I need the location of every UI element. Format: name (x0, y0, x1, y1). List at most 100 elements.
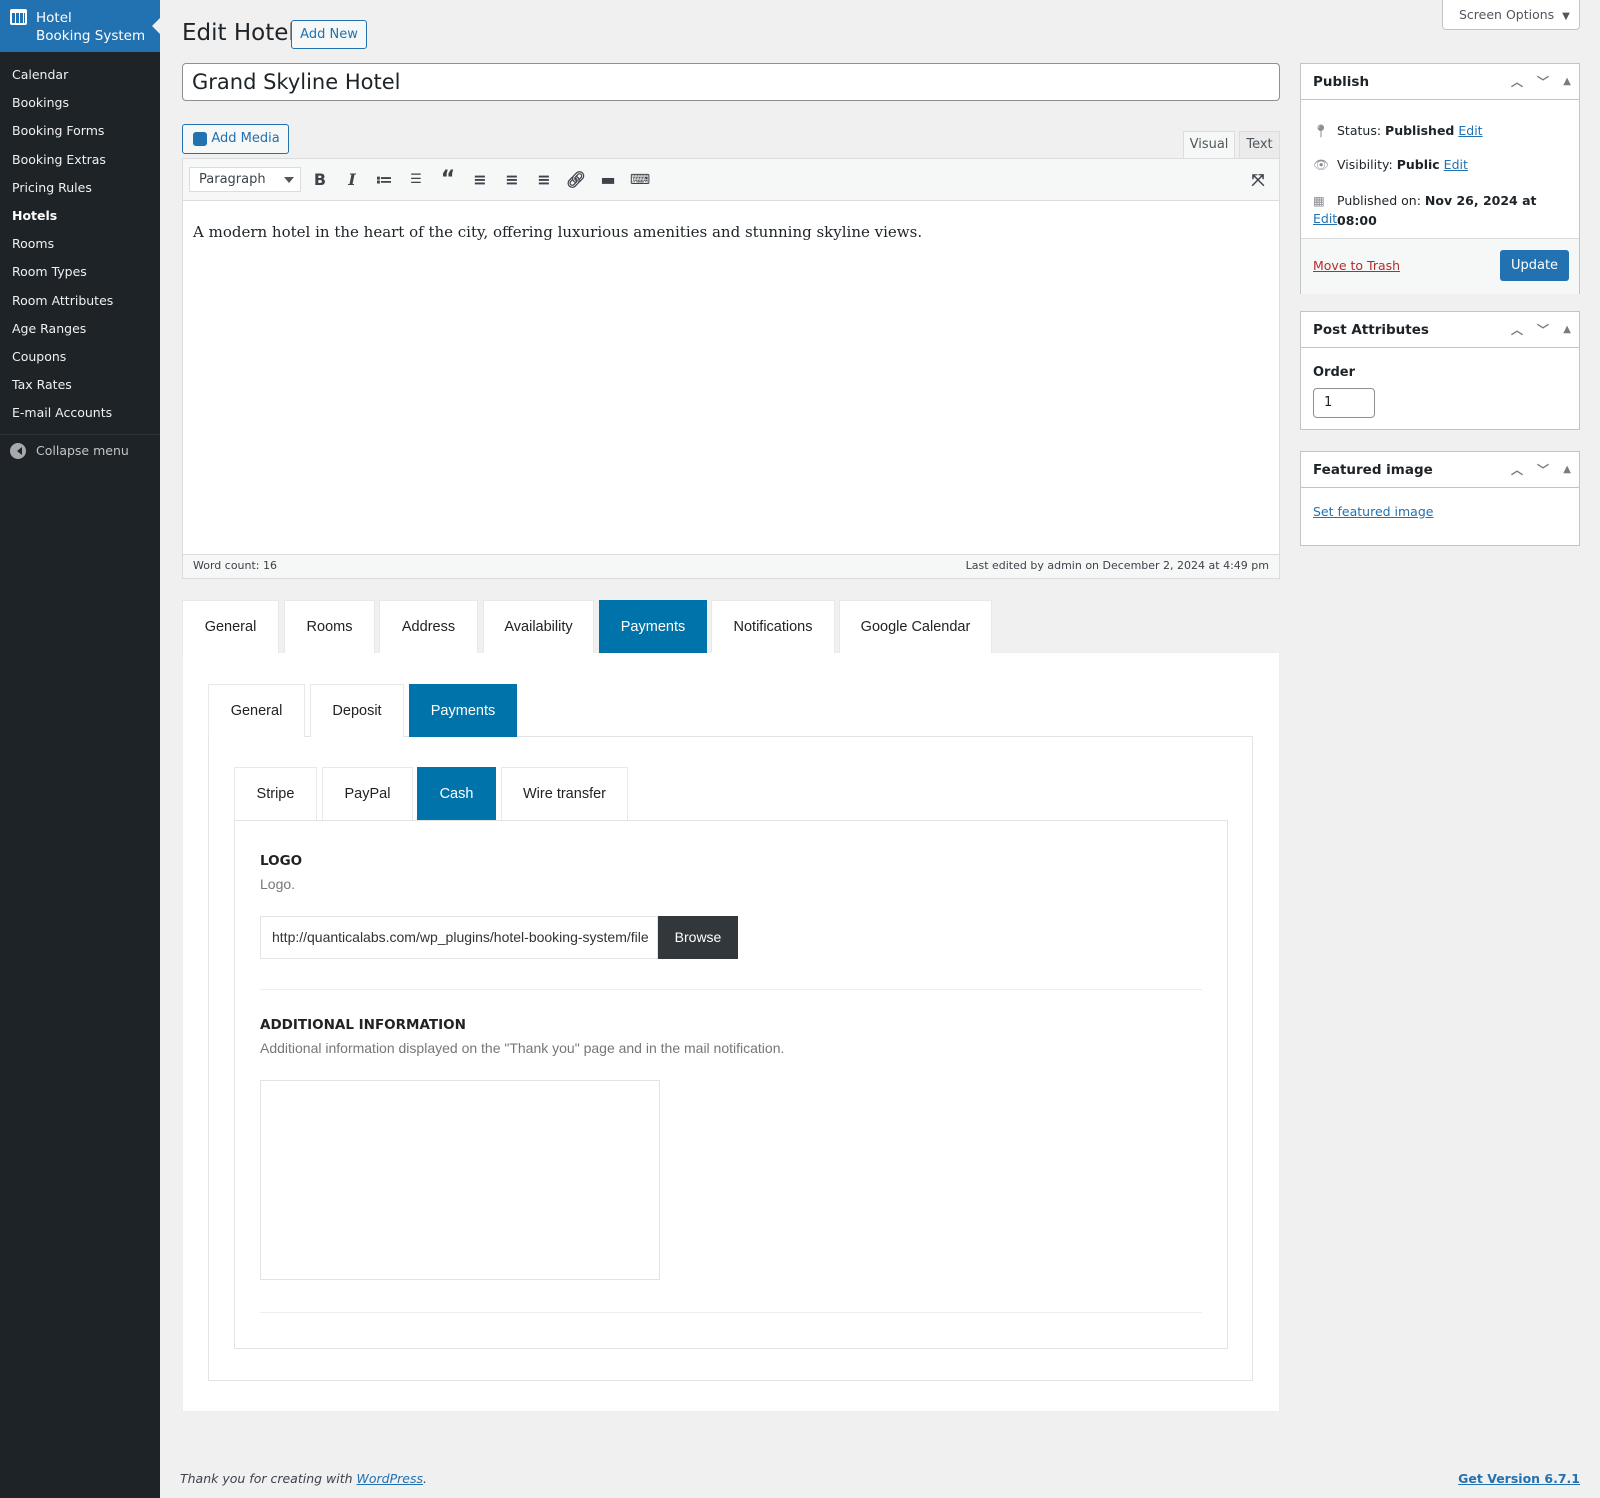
tab-sub-payments[interactable]: Payments (409, 684, 517, 737)
sidebar-item-calendar[interactable]: Calendar (0, 61, 160, 89)
move-up-icon[interactable]: ︿ (1511, 452, 1523, 488)
blockquote-icon[interactable]: “ (435, 167, 461, 193)
sidebar-item-pricing-rules[interactable]: Pricing Rules (0, 174, 160, 202)
tab-methods-stripe[interactable]: Stripe (234, 767, 317, 820)
brand-line2: Booking System (36, 28, 146, 44)
read-more-icon[interactable]: ▬ (595, 167, 621, 193)
footer-thanks-text: Thank you for creating with (180, 1471, 357, 1486)
tab-visual[interactable]: Visual (1183, 131, 1235, 159)
additional-information-label: ADDITIONAL INFORMATION (260, 1017, 466, 1033)
edit-status-link[interactable]: Edit (1458, 123, 1482, 138)
eye-icon: 👁︎ (1313, 157, 1329, 172)
toggle-panel-icon[interactable]: ▲ (1563, 312, 1571, 348)
tab-methods-paypal[interactable]: PayPal (322, 767, 413, 820)
tab-sub-general[interactable]: General (208, 684, 305, 737)
collapse-icon (10, 443, 26, 459)
last-edited: Last edited by admin on December 2, 2024… (965, 559, 1269, 572)
move-up-icon[interactable]: ︿ (1511, 312, 1523, 348)
word-count: Word count: 16 (193, 559, 278, 572)
order-input[interactable]: 1 (1313, 388, 1375, 418)
move-up-icon[interactable]: ︿ (1511, 64, 1523, 100)
pin-icon: 📍︎ (1313, 123, 1329, 138)
set-featured-image-link[interactable]: Set featured image (1313, 504, 1433, 519)
screen-options-button[interactable]: Screen Options ▼ (1442, 0, 1580, 30)
sidebar-item-hotel-booking-system[interactable]: Hotel Booking System (0, 0, 160, 52)
sidebar-item-booking-forms[interactable]: Booking Forms (0, 117, 160, 145)
divider (260, 989, 1202, 990)
sidebar-item-room-types[interactable]: Room Types (0, 258, 160, 286)
toggle-panel-icon[interactable]: ▲ (1563, 452, 1571, 488)
bold-icon[interactable]: B (307, 167, 333, 193)
sidebar-item-e-mail-accounts[interactable]: E-mail Accounts (0, 399, 160, 427)
toolbar-toggle-icon[interactable]: ⌨ (627, 167, 653, 193)
logo-description: Logo. (260, 876, 296, 892)
caret-down-icon: ▼ (1562, 11, 1570, 22)
sidebar-item-coupons[interactable]: Coupons (0, 343, 160, 371)
sidebar-item-age-ranges[interactable]: Age Ranges (0, 315, 160, 343)
edit-date-link[interactable]: Edit (1313, 211, 1337, 226)
add-new-button[interactable]: Add New (291, 20, 367, 49)
tab-main-payments[interactable]: Payments (599, 600, 707, 653)
bullet-list-icon[interactable]: ≔ (371, 167, 397, 193)
update-button[interactable]: Update (1500, 250, 1569, 281)
tab-methods-cash[interactable]: Cash (417, 767, 496, 820)
logo-url-input[interactable]: http://quanticalabs.com/wp_plugins/hotel… (260, 916, 658, 959)
additional-information-textarea[interactable] (260, 1080, 660, 1280)
admin-sidebar: Hotel Booking System Calendar Bookings Boo… (0, 0, 160, 1498)
move-to-trash-link[interactable]: Move to Trash (1313, 258, 1400, 273)
status-row: 📍︎ Status: Published Edit (1313, 123, 1483, 138)
format-select[interactable]: Paragraph (189, 167, 301, 192)
tab-main-general[interactable]: General (182, 600, 279, 653)
fullscreen-icon[interactable]: ⤧ (1245, 167, 1271, 193)
media-icon (193, 132, 207, 146)
italic-icon[interactable]: I (339, 167, 365, 193)
order-label: Order (1313, 365, 1355, 380)
post-title-input[interactable]: Grand Skyline Hotel (182, 63, 1280, 101)
tab-sub-deposit[interactable]: Deposit (310, 684, 404, 737)
numbered-list-icon[interactable]: ☰ (403, 167, 429, 193)
move-down-icon[interactable]: ﹀ (1537, 64, 1549, 100)
tab-main-google-calendar[interactable]: Google Calendar (839, 600, 992, 653)
published-row: ▦ Published on: Nov 26, 2024 at 08:00 (1313, 191, 1573, 231)
tab-text[interactable]: Text (1239, 131, 1280, 159)
browse-button[interactable]: Browse (658, 916, 738, 959)
visibility-label: Visibility: (1337, 157, 1393, 172)
screen-options-label: Screen Options (1459, 7, 1555, 22)
tab-methods-wire-transfer[interactable]: Wire transfer (501, 767, 628, 820)
collapse-menu-button[interactable]: Collapse menu (10, 442, 129, 460)
logo-label: LOGO (260, 853, 303, 869)
tab-main-rooms[interactable]: Rooms (284, 600, 375, 653)
align-left-icon[interactable]: ≡ (467, 167, 493, 193)
sidebar-item-room-attributes[interactable]: Room Attributes (0, 287, 160, 315)
published-label: Published on: (1337, 193, 1421, 208)
sidebar-item-booking-extras[interactable]: Booking Extras (0, 146, 160, 174)
sidebar-item-tax-rates[interactable]: Tax Rates (0, 371, 160, 399)
tab-main-notifications[interactable]: Notifications (711, 600, 835, 653)
editor-content[interactable]: A modern hotel in the heart of the city,… (193, 223, 922, 241)
divider (260, 1312, 1202, 1313)
add-media-label: Add Media (211, 131, 280, 146)
status-value: Published (1385, 123, 1455, 138)
featured-image-box: Featured image ︿ ﹀ ▲ Set featured image (1300, 451, 1580, 546)
get-version-link[interactable]: Get Version 6.7.1 (1458, 1471, 1580, 1486)
add-media-button[interactable]: Add Media (182, 124, 289, 154)
align-center-icon[interactable]: ≡ (499, 167, 525, 193)
sidebar-item-bookings[interactable]: Bookings (0, 89, 160, 117)
move-down-icon[interactable]: ﹀ (1537, 452, 1549, 488)
tab-main-availability[interactable]: Availability (483, 600, 594, 653)
move-down-icon[interactable]: ﹀ (1537, 312, 1549, 348)
wordpress-link[interactable]: WordPress (357, 1471, 423, 1486)
link-icon[interactable]: 🔗︎ (563, 167, 589, 193)
tab-main-address[interactable]: Address (379, 600, 478, 653)
content-editor[interactable]: Paragraph B I ≔ ☰ “ ≡ ≡ ≡ 🔗︎ ▬ ⌨ ⤧ A mod… (182, 158, 1280, 579)
editor-toolbar: Paragraph B I ≔ ☰ “ ≡ ≡ ≡ 🔗︎ ▬ ⌨ ⤧ (183, 159, 1279, 201)
brand-line1: Hotel (36, 10, 72, 26)
edit-visibility-link[interactable]: Edit (1444, 157, 1468, 172)
sidebar-item-hotels[interactable]: Hotels (0, 202, 160, 230)
toggle-panel-icon[interactable]: ▲ (1563, 64, 1571, 100)
footer-thanks: Thank you for creating with WordPress. (180, 1471, 427, 1486)
align-right-icon[interactable]: ≡ (531, 167, 557, 193)
calendar-icon (10, 9, 27, 25)
page-title: Edit Hotel (182, 20, 295, 46)
sidebar-item-rooms[interactable]: Rooms (0, 230, 160, 258)
